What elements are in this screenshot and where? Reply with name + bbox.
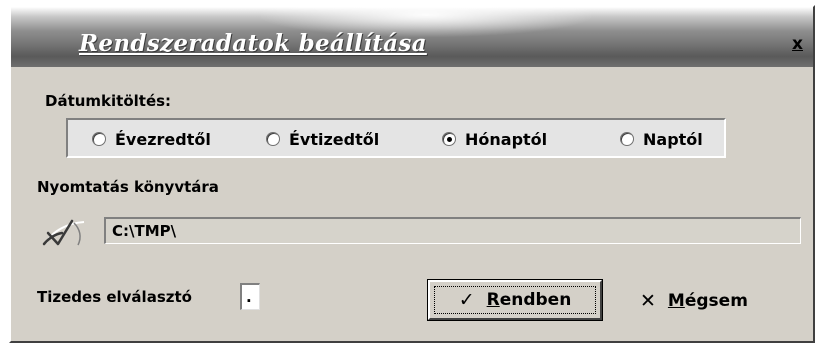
cancel-button[interactable]: ✕ Mégsem — [640, 283, 780, 319]
browse-folder-button[interactable] — [38, 217, 90, 247]
print-dir-input[interactable]: C:\TMP\ — [104, 217, 801, 244]
dialog-title: Rendszeradatok beállítása — [79, 30, 427, 57]
date-fill-label: Dátumkitöltés: — [45, 92, 172, 110]
radio-day-label: Naptól — [643, 129, 703, 149]
ok-label: endben — [499, 290, 572, 310]
checkmark-icon: ✓ — [458, 288, 475, 311]
radio-decade-circle — [266, 132, 280, 146]
radio-millennium-circle — [92, 132, 106, 146]
ok-button-focus: ✓ Rendben — [434, 286, 596, 314]
radio-month[interactable]: Hónaptól — [442, 128, 547, 150]
radio-decade[interactable]: Évtizedtől — [266, 128, 379, 150]
radio-decade-label: Évtizedtől — [289, 129, 380, 149]
cancel-mnemonic: M — [667, 291, 685, 311]
ok-button[interactable]: ✓ Rendben — [428, 280, 602, 320]
date-fill-radio-group: Évezredtől Évtizedtől Hónaptól Naptól — [66, 118, 726, 158]
print-dir-label: Nyomtatás könyvtára — [37, 178, 219, 196]
close-button[interactable]: x — [792, 34, 803, 54]
radio-day-circle — [620, 132, 634, 146]
cancel-label: égsem — [684, 291, 748, 311]
radio-millennium-label: Évezredtől — [115, 129, 211, 149]
decimal-separator-input[interactable]: . — [240, 283, 260, 310]
decimal-separator-label: Tizedes elválasztó — [37, 288, 192, 306]
check-icon — [42, 219, 85, 246]
title-bar[interactable]: Rendszeradatok beállítása x — [11, 7, 813, 67]
radio-month-label: Hónaptól — [465, 129, 548, 149]
radio-day[interactable]: Naptól — [620, 128, 703, 150]
radio-month-circle — [442, 132, 456, 146]
radio-millennium[interactable]: Évezredtől — [92, 128, 211, 150]
ok-mnemonic: R — [486, 290, 500, 310]
close-icon: ✕ — [640, 289, 656, 312]
